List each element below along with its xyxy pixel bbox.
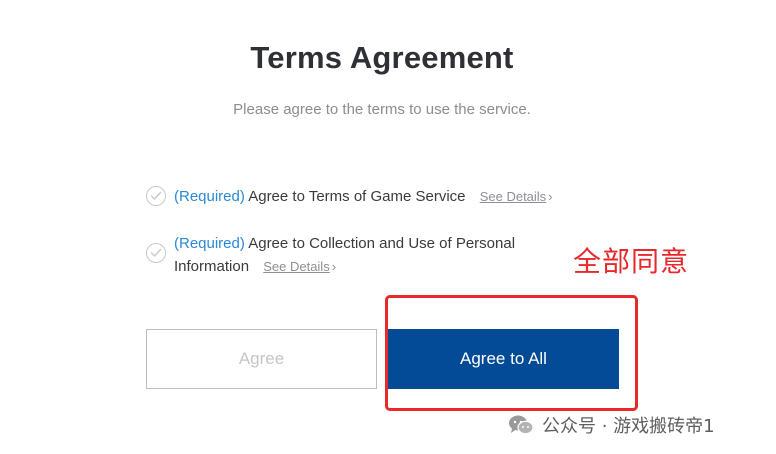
see-details-link[interactable]: See Details › xyxy=(263,259,336,274)
see-details-link[interactable]: See Details › xyxy=(480,189,553,204)
term-item-game-service[interactable]: (Required) Agree to Terms of Game Servic… xyxy=(146,185,553,208)
see-details-label: See Details xyxy=(479,189,547,204)
chevron-right-icon: › xyxy=(331,259,337,274)
watermark-text: 公众号 · 游戏搬砖帝1 xyxy=(542,416,715,437)
term-item-personal-info[interactable]: (Required) Agree to Collection and Use o… xyxy=(146,232,556,278)
agree-button[interactable]: Agree xyxy=(146,329,377,389)
chevron-right-icon: › xyxy=(548,189,553,204)
check-circle-icon[interactable] xyxy=(146,243,166,263)
required-label: (Required) xyxy=(174,188,245,205)
annotation-text: 全部同意 xyxy=(573,245,690,278)
term-text: (Required) Agree to Collection and Use o… xyxy=(174,232,556,278)
term-label: Agree to Terms of Game Service xyxy=(248,188,466,205)
check-circle-icon[interactable] xyxy=(146,186,166,206)
see-details-label: See Details xyxy=(263,259,330,274)
page-title: Terms Agreement xyxy=(250,40,514,75)
wechat-icon xyxy=(509,415,534,435)
agree-to-all-button[interactable]: Agree to All xyxy=(388,329,619,389)
term-text: (Required) Agree to Terms of Game Servic… xyxy=(174,185,553,208)
required-label: (Required) xyxy=(174,235,245,252)
page-subtitle: Please agree to the terms to use the ser… xyxy=(233,101,531,118)
watermark: 公众号 · 游戏搬砖帝1 xyxy=(508,412,715,438)
